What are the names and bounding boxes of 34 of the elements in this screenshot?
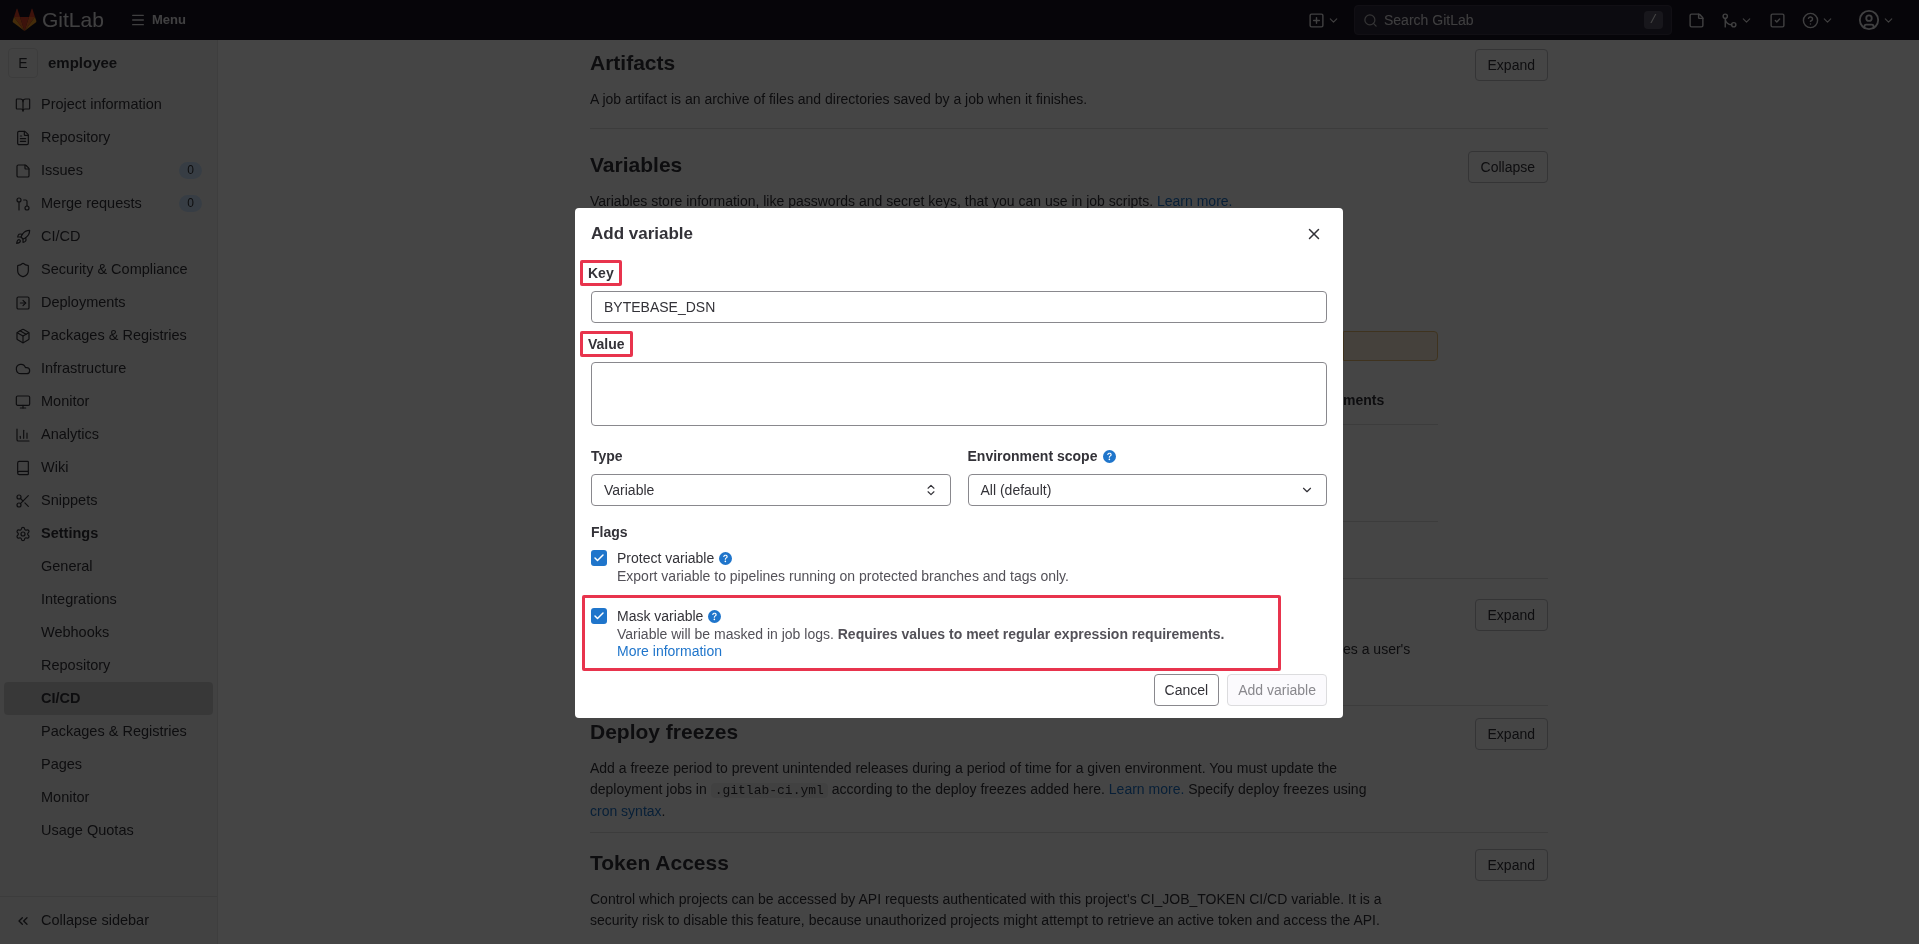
help-icon[interactable] [708, 609, 722, 623]
section-description: es a user's [1343, 640, 1411, 659]
section-description: A job artifact is an archive of files and directories saved by a job when it finishes. [590, 90, 1089, 109]
checkbox[interactable] [591, 608, 607, 624]
dialog-title: Add variable [591, 223, 694, 246]
section-description: Control which projects can be accessed by API requests authenticated with this project's CI_JOB_TOKEN CI/CD variable. It is a security risk to disable this feature, because unauthorized projects might attempt to retrieve an active token and access the API. [590, 890, 1383, 930]
checkbox-label[interactable]: Mask variable [617, 606, 704, 626]
key-input[interactable]: BYTEBASE_DSN [591, 291, 1327, 323]
more-information-link[interactable]: More information [617, 643, 723, 659]
section-title: Token Access [590, 850, 729, 876]
type-select[interactable]: Variable [591, 474, 951, 506]
help-icon[interactable] [1103, 449, 1117, 463]
value-textarea[interactable] [591, 362, 1327, 426]
field-label: Environment scope [967, 447, 1098, 466]
text-link[interactable]: cron syntax [590, 803, 662, 819]
text-link[interactable]: Learn more. [1108, 781, 1185, 797]
checkbox[interactable] [591, 550, 607, 566]
flag-description: Variable will be masked in job logs. Requires values to meet regular expression requirements. More information [617, 626, 1226, 660]
field-label: Type [591, 447, 624, 466]
section-title: Variables [590, 152, 683, 178]
field-label: Value [580, 331, 633, 357]
check-icon [593, 552, 605, 564]
column-header: ments [1343, 391, 1385, 410]
section-title: Artifacts [590, 50, 676, 76]
check-icon [593, 610, 605, 622]
dialog-button[interactable]: Cancel [1153, 674, 1220, 706]
text-link[interactable]: Learn more. [1157, 193, 1233, 209]
help-icon[interactable] [719, 551, 733, 565]
section-title: Deploy freezes [590, 719, 739, 745]
flag-description: Export variable to pipelines running on protected branches and tags only. [617, 568, 1069, 585]
field-label: Key [580, 260, 622, 286]
checkbox-label[interactable]: Protect variable [617, 548, 715, 568]
field-label: Flags [591, 523, 629, 542]
scope-select[interactable]: All (default) [967, 474, 1327, 506]
